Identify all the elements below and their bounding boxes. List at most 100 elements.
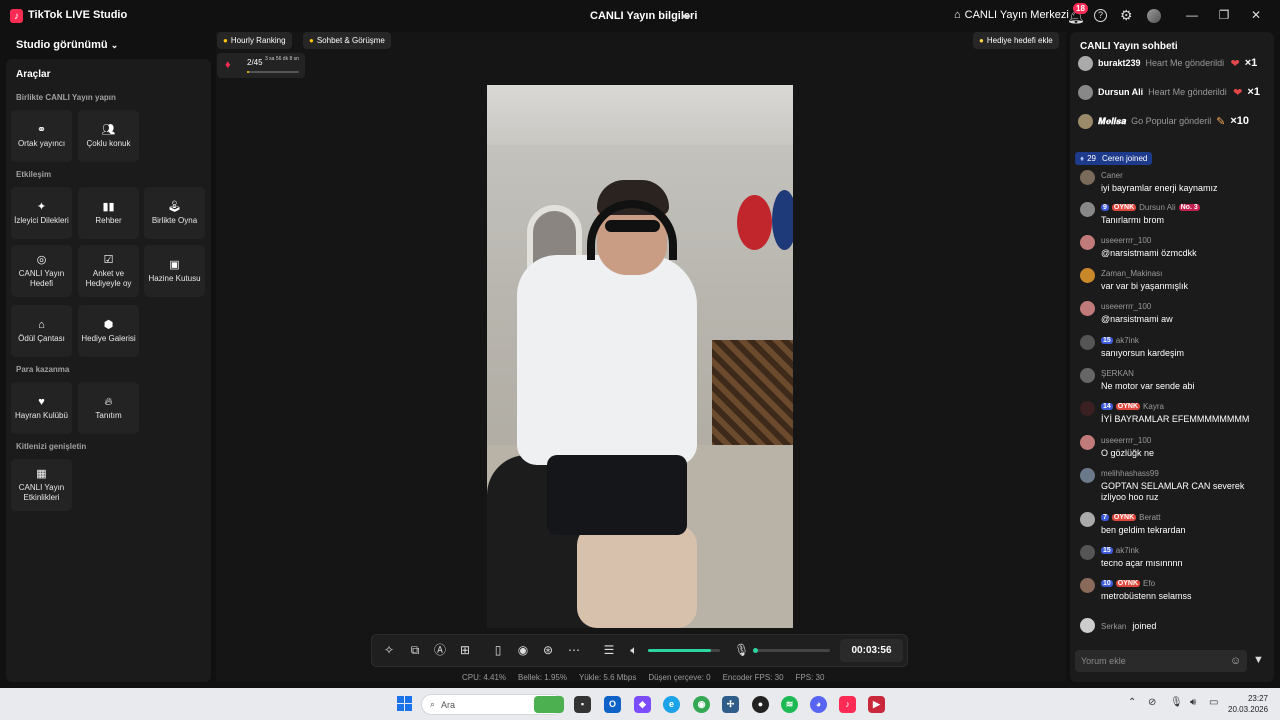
tiktok-live-studio-icon[interactable]: ▶ bbox=[868, 696, 885, 713]
joystick-icon: 🕹︎ bbox=[167, 200, 182, 213]
windows-start-icon[interactable] bbox=[397, 696, 412, 711]
outlook-icon[interactable]: O bbox=[604, 696, 621, 713]
gear-icon[interactable]: ⚙ bbox=[1120, 7, 1133, 24]
chat-message[interactable]: 15 ak7ink tecno açar mısınnnn bbox=[1080, 545, 1270, 575]
record-icon[interactable]: ◉ bbox=[516, 643, 530, 657]
replay-icon[interactable]: ⊛ bbox=[541, 643, 555, 657]
clock[interactable]: 23:27 20.03.2026 bbox=[1228, 693, 1268, 715]
chat-meet-pill[interactable]: ● Sohbet & Görüşme bbox=[303, 32, 391, 49]
message-text: O gözlüğk ne bbox=[1101, 448, 1155, 458]
play-together-tile[interactable]: 🕹︎ Birlikte Oyna bbox=[144, 187, 205, 239]
volume-fill bbox=[648, 649, 711, 652]
chat-message[interactable]: 10 OYNK Efo metrobüstenn selamss bbox=[1080, 578, 1270, 608]
comment-input[interactable]: Yorum ekle bbox=[1075, 650, 1247, 672]
fan-club-tile[interactable]: ♥ Hayran Kulübü bbox=[11, 382, 72, 434]
emoji-icon[interactable]: ☺ bbox=[1230, 655, 1241, 667]
gift-row[interactable]: burakt239 Heart Me gönderildi ❤ ×1 bbox=[1078, 53, 1273, 73]
avatar bbox=[1080, 401, 1095, 416]
gift-goal-pill[interactable]: ● Hediye hedefi ekle bbox=[973, 32, 1059, 49]
tile-label: Birlikte Oyna bbox=[151, 215, 198, 225]
join-level: 29 bbox=[1087, 154, 1096, 163]
gift-count: ×1 bbox=[1244, 57, 1258, 69]
chat-message[interactable]: useeerrrr_100 @narsistmami özmcdkk bbox=[1080, 235, 1270, 265]
close-icon[interactable]: ✕ bbox=[1248, 8, 1264, 22]
gift-row[interactable]: 𝑴𝒆𝒍𝒊𝒔𝒂 Go Popular gönderildi ✎ ×10 bbox=[1078, 111, 1273, 131]
chat-message[interactable]: 9 OYNK Dursun Ali No. 3 Tanırlarmı brom bbox=[1080, 202, 1270, 232]
network-icon[interactable]: ⊘ bbox=[1148, 697, 1156, 708]
fan-tag: OYNK bbox=[1115, 403, 1141, 410]
phone-icon[interactable]: ▯ bbox=[491, 643, 505, 657]
sliders-icon[interactable]: ☰ bbox=[602, 643, 616, 657]
send-icon[interactable]: ▼ bbox=[1253, 654, 1264, 666]
tiktok-icon[interactable]: ♪ bbox=[839, 696, 856, 713]
message-user: ak7ink bbox=[1115, 546, 1139, 555]
share-icon[interactable]: ➦ bbox=[681, 9, 691, 23]
task-view-icon[interactable]: ▪ bbox=[574, 696, 591, 713]
volume-icon[interactable]: 🔊︎ bbox=[1190, 697, 1196, 708]
live-events-tile[interactable]: ▦ CANLI Yayın Etkinlikleri bbox=[11, 459, 72, 511]
message-meta: 7 OYNK Beratt bbox=[1101, 513, 1160, 522]
speaker-icon[interactable]: 🔈︎ bbox=[627, 643, 641, 657]
chat-message[interactable]: Zaman_Makinası var var bi yaşanmışlık bbox=[1080, 268, 1270, 298]
avatar bbox=[1080, 202, 1095, 217]
chrome-icon[interactable]: ◉ bbox=[693, 696, 710, 713]
chat-message[interactable]: ŞERKAN Ne motor var sende abi bbox=[1080, 368, 1270, 398]
stats-bar: CPU: 4.41% Bellek: 1.95% Yükle: 5.6 Mbps… bbox=[462, 673, 824, 682]
multiguest-tile[interactable]: 👥︎ Çoklu konuk bbox=[78, 110, 139, 162]
volume-slider[interactable] bbox=[648, 649, 720, 652]
hourly-ranking-label: Hourly Ranking bbox=[230, 36, 286, 45]
gift-row[interactable]: Dursun Ali Heart Me gönderildi ❤ ×1 bbox=[1078, 82, 1273, 102]
mic-slider[interactable] bbox=[753, 648, 830, 653]
section-together: Birlikte CANLI Yayın yapın bbox=[16, 93, 116, 102]
magic-wand-icon[interactable]: ✧ bbox=[382, 643, 396, 657]
live-goal-tile[interactable]: ◎ CANLI Yayın Hedefi bbox=[11, 245, 72, 297]
gift-user: burakt239 bbox=[1098, 58, 1141, 68]
more-icon[interactable]: ⋯ bbox=[567, 643, 581, 657]
translate-icon[interactable]: ⧉ bbox=[408, 643, 422, 657]
cpu-stat: CPU: 4.41% bbox=[462, 673, 507, 682]
reward-bag-tile[interactable]: ⌂ Ödül Çantası bbox=[11, 305, 72, 357]
battery-icon[interactable]: ▭ bbox=[1209, 697, 1218, 708]
chat-message[interactable]: Caner iyi bayramlar enerji kaynamız bbox=[1080, 170, 1270, 200]
minimize-icon[interactable]: — bbox=[1184, 8, 1200, 22]
live-center-button[interactable]: ⌂ CANLI Yayın Merkezi bbox=[954, 9, 1069, 21]
chat-message[interactable]: melihhashass99 GOPTAN SELAMLAR CAN severe… bbox=[1080, 468, 1270, 502]
microphone-tray-icon[interactable]: 🎙︎ bbox=[1170, 697, 1183, 708]
section-grow: Kitlenizi genişletin bbox=[16, 442, 87, 451]
guide-tile[interactable]: ▮▮ Rehber bbox=[78, 187, 139, 239]
chat-message[interactable]: useeerrrr_100 @narsistmami aw bbox=[1080, 301, 1270, 331]
chat-message[interactable]: 7 OYNK Beratt ben geldim tekrardan bbox=[1080, 512, 1270, 542]
upload-stat: Yükle: 5.6 Mbps bbox=[578, 673, 637, 682]
add-source-icon[interactable]: ⊞ bbox=[458, 643, 472, 657]
help-icon[interactable]: ? bbox=[1094, 9, 1107, 22]
message-user: melihhashass99 bbox=[1101, 469, 1159, 478]
discord-icon[interactable]: ◕ bbox=[810, 696, 827, 713]
promote-tile[interactable]: 🔥︎ Tanıtım bbox=[78, 382, 139, 434]
gift-gallery-tile[interactable]: ⬢ Hediye Galerisi bbox=[78, 305, 139, 357]
video-ceiling bbox=[487, 85, 793, 145]
poll-tile[interactable]: ☑ Anket ve Hediyeyle oy bbox=[78, 245, 139, 297]
treasure-tile[interactable]: ▣ Hazine Kutusu bbox=[144, 245, 205, 297]
avatar[interactable] bbox=[1147, 9, 1161, 23]
chat-message[interactable]: 14 OYNK Kayra İYİ BAYRAMLAR EFEMMMMMMMM bbox=[1080, 401, 1270, 431]
rank-value: 2/45 bbox=[247, 58, 263, 67]
hourly-ranking-pill[interactable]: ● Hourly Ranking bbox=[217, 32, 292, 49]
chat-message[interactable]: 15 ak7ink sanıyorsun kardeşim bbox=[1080, 335, 1270, 365]
tile-label: Ödül Çantası bbox=[18, 333, 65, 343]
studio-view-dropdown[interactable]: Studio görünümü ⌄ bbox=[16, 39, 118, 51]
copilot-icon[interactable]: ◆ bbox=[634, 696, 651, 713]
edge-icon[interactable]: e bbox=[663, 696, 680, 713]
chevron-up-icon[interactable]: ⌃ bbox=[1128, 697, 1136, 708]
chat-message[interactable]: useeerrrr_100 O gözlüğk ne bbox=[1080, 435, 1270, 465]
network-app-icon[interactable]: ✢ bbox=[722, 696, 739, 713]
app-icon[interactable]: ● bbox=[752, 696, 769, 713]
maximize-icon[interactable]: ❐ bbox=[1216, 8, 1232, 22]
gift-action: Heart Me gönderildi bbox=[1148, 87, 1227, 97]
diamond-icon: ♦ bbox=[1080, 154, 1085, 163]
viewer-wishes-tile[interactable]: ✦ İzleyici Dilekleri bbox=[11, 187, 72, 239]
cohost-tile[interactable]: ⚭ Ortak yayıncı bbox=[11, 110, 72, 162]
spotify-icon[interactable]: ≋ bbox=[781, 696, 798, 713]
news-icon[interactable] bbox=[534, 696, 564, 713]
microphone-icon[interactable]: 🎙︎ bbox=[734, 643, 749, 657]
ai-icon[interactable]: Ⓐ bbox=[433, 643, 447, 657]
